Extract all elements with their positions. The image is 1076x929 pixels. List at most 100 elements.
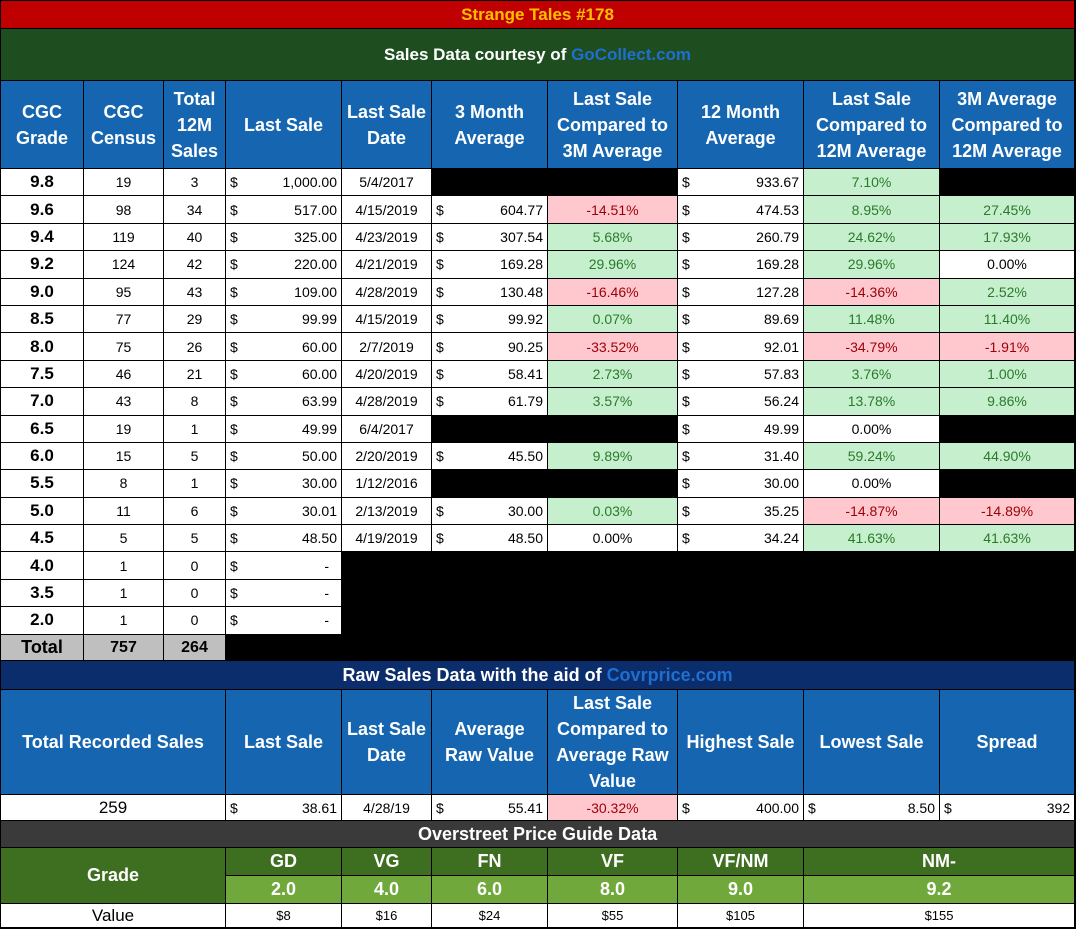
covrprice-link[interactable]: Covrprice.com [607, 665, 733, 685]
avg-3m-cell: $604.77 [431, 195, 548, 224]
last-sale-cell: $220.00 [225, 250, 342, 279]
overstreet-table: Overstreet Price Guide Data Grade GD VG FN… [0, 820, 1076, 928]
sales-count-cell: 1 [163, 414, 226, 443]
currency-sign: $ [808, 800, 816, 817]
compare-12m-cell: 0.00% [803, 469, 940, 498]
page-title: Strange Tales #178 [0, 0, 1076, 29]
amount: 90.25 [507, 338, 543, 355]
gocollect-table: Strange Tales #178 Sales Data courtesy o… [0, 0, 1076, 662]
last-sale-date-cell: 5/4/2017 [341, 167, 432, 197]
last-sale-date-cell: 4/19/2019 [341, 524, 432, 553]
last-sale-date-cell: 2/7/2019 [341, 332, 432, 361]
currency-sign: $ [230, 530, 238, 547]
currency-sign: $ [436, 228, 444, 245]
sales-count-cell: 40 [163, 222, 226, 252]
last-sale-date-cell: 4/15/2019 [341, 304, 432, 334]
amount: 260.79 [756, 228, 799, 245]
raw-header-highest-sale: Highest Sale [677, 689, 804, 795]
raw-header-compared-average: Last Sale Compared to Average Raw Value [547, 689, 678, 795]
last-sale-cell: $49.99 [225, 414, 342, 443]
amount: 45.50 [507, 448, 543, 465]
blank-cell [938, 469, 1076, 498]
gocollect-link[interactable]: GoCollect.com [571, 45, 691, 64]
compare-12m-cell: -34.79% [803, 332, 940, 361]
last-sale-cell: $1,000.00 [225, 167, 342, 197]
raw-header-last-sale: Last Sale [225, 689, 342, 795]
last-sale-date-cell: 2/13/2019 [341, 496, 432, 526]
last-sale-date-cell: 2/20/2019 [341, 441, 432, 471]
amount: 604.77 [500, 201, 543, 218]
overstreet-value: $155 [802, 903, 1076, 928]
currency-sign: $ [230, 557, 238, 574]
avg-3m-cell: $45.50 [431, 441, 548, 471]
census-cell: 119 [83, 222, 164, 252]
last-sale-date-cell: 4/15/2019 [341, 195, 432, 224]
currency-sign: $ [230, 612, 238, 629]
compare-3m-12m-cell: 11.40% [938, 304, 1076, 334]
covrprice-table: Raw Sales Data with the aid of Covrprice… [0, 660, 1076, 823]
sales-count-cell: 0 [163, 578, 226, 608]
sales-count-cell: 1 [163, 469, 226, 498]
amount: 30.01 [301, 502, 337, 519]
currency-sign: $ [230, 228, 238, 245]
overstreet-grade-name: GD [225, 847, 342, 876]
currency-sign: $ [944, 800, 952, 817]
census-cell: 15 [83, 441, 164, 471]
last-sale-date-cell: 4/20/2019 [341, 359, 432, 389]
grade-cell: 4.5 [0, 524, 84, 553]
table-row: 9.8 19 3 $1,000.00 5/4/2017 $933.67 7.10% [0, 167, 1076, 197]
currency-sign: $ [230, 338, 238, 355]
last-sale-cell: $30.00 [225, 469, 342, 498]
avg-12m-cell: $31.40 [677, 441, 804, 471]
grade-cell: 7.0 [0, 387, 84, 416]
last-sale-date-cell: 6/4/2017 [341, 414, 432, 443]
subtitle-text: Sales Data courtesy of [384, 44, 572, 64]
table-row: 7.5 46 21 $60.00 4/20/2019 $58.41 2.73% $57.83 3… [0, 359, 1076, 389]
avg-12m-cell: $127.28 [677, 277, 804, 306]
amount: 30.00 [763, 475, 799, 492]
header-compared-12m: Last Sale Compared to 12M Average [803, 80, 940, 169]
avg-3m-cell: $30.00 [431, 496, 548, 526]
currency-sign: $ [682, 338, 690, 355]
compare-3m-12m-cell: 41.63% [938, 524, 1076, 553]
last-sale-cell: $50.00 [225, 441, 342, 471]
table-row: 2.0 1 0 $ - [0, 606, 1075, 635]
overstreet-grade-name: NM- [802, 847, 1076, 876]
amount: 58.41 [507, 365, 543, 382]
compare-3m-12m-cell: 44.90% [938, 441, 1076, 471]
compare-3m-12m-cell: 17.93% [938, 222, 1076, 252]
amount: 48.50 [507, 530, 543, 547]
compare-3m-12m-cell: -1.91% [938, 332, 1076, 361]
currency-sign: $ [230, 256, 238, 273]
amount: 474.53 [756, 201, 799, 218]
amount: 99.99 [301, 311, 337, 328]
amount: 63.99 [301, 393, 337, 410]
currency-sign: $ [230, 283, 238, 300]
sales-count-cell: 42 [163, 250, 226, 279]
raw-header-lowest-sale: Lowest Sale [803, 689, 940, 795]
overstreet-grade-number: 4.0 [341, 875, 432, 904]
last-sale-cell: $60.00 [225, 332, 342, 361]
header-cgc-census: CGC Census [83, 80, 164, 169]
compare-12m-cell: 11.48% [803, 304, 940, 334]
currency-sign: $ [230, 448, 238, 465]
compare-3m-cell: -33.52% [547, 332, 678, 361]
currency-sign: $ [230, 475, 238, 492]
currency-sign: $ [436, 800, 444, 817]
overstreet-grade-number: 9.2 [802, 875, 1076, 904]
avg-12m-cell: $49.99 [677, 414, 804, 443]
census-cell: 75 [83, 332, 164, 361]
amount: 30.00 [507, 502, 543, 519]
avg-12m-cell: $933.67 [677, 167, 804, 197]
compare-3m-cell: 0.03% [547, 496, 678, 526]
overstreet-grade-name: FN [431, 847, 548, 876]
currency-sign: $ [682, 502, 690, 519]
currency-sign: $ [436, 530, 444, 547]
blank-cell [341, 606, 1075, 635]
overstreet-value: $24 [431, 903, 548, 928]
currency-sign: $ [230, 502, 238, 519]
compare-3m-cell: -16.46% [547, 277, 678, 306]
table-row: 9.2 124 42 $220.00 4/21/2019 $169.28 29.96% $16… [0, 250, 1076, 279]
last-sale-cell: $63.99 [225, 387, 342, 416]
grade-cell: 5.0 [0, 496, 84, 526]
